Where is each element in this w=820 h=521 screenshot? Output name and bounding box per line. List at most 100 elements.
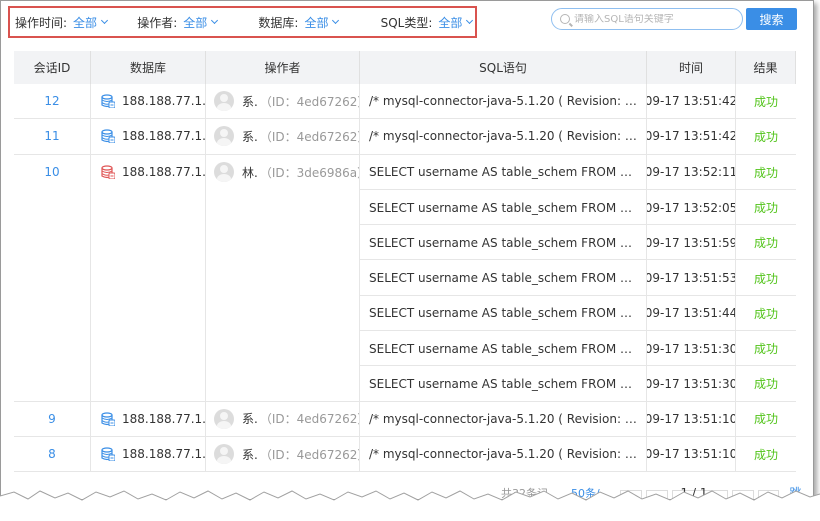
sql-cell[interactable]: /* mysql-connector-java-5.1.20 ( Revisio… bbox=[360, 84, 647, 119]
sql-cell[interactable]: SELECT username AS table_schem FROM all_… bbox=[360, 366, 647, 401]
session-id-cell: 8 bbox=[14, 436, 91, 472]
database-name: 188.188.77.1... bbox=[122, 411, 206, 426]
sql-cell[interactable]: SELECT username AS table_schem FROM all_… bbox=[360, 225, 647, 261]
result-cell: 成功 bbox=[736, 225, 796, 260]
database-cell: 188.188.77.1... bbox=[91, 84, 206, 119]
filter-operate-time-dropdown[interactable]: 全部 bbox=[73, 14, 109, 31]
session-id-cell: 9 bbox=[14, 401, 91, 436]
table-row[interactable]: 11 188.188.77.1... 系. （ID：4ed67262）/* mysql… bbox=[14, 119, 796, 155]
database-icon bbox=[101, 412, 115, 426]
sql-cell[interactable]: SELECT username AS table_schem FROM all_… bbox=[360, 295, 647, 332]
table-header: 会话ID 数据库 操作者 SQL语句 时间 结果 bbox=[14, 51, 796, 84]
header-session-id[interactable]: 会话ID bbox=[14, 51, 91, 84]
filter-operator: 操作者: 全部 bbox=[137, 14, 258, 31]
session-id-cell bbox=[14, 225, 91, 261]
filter-label: 操作者: bbox=[137, 15, 178, 30]
session-id-link[interactable]: 10 bbox=[44, 165, 59, 179]
session-table: 会话ID 数据库 操作者 SQL语句 时间 结果 12 188.188.77.1.… bbox=[14, 51, 796, 473]
database-cell bbox=[91, 331, 206, 367]
operator-cell: 系. （ID：4ed67262） bbox=[206, 436, 360, 472]
sql-cell[interactable]: SELECT username AS table_schem FROM all_… bbox=[360, 260, 647, 296]
session-id-cell bbox=[14, 260, 91, 296]
chevron-down-icon bbox=[332, 16, 340, 25]
time-cell: 09-17 13:52:05 bbox=[647, 189, 736, 226]
torn-edge bbox=[0, 490, 820, 521]
table-row[interactable]: SELECT username AS table_schem FROM all_… bbox=[14, 225, 796, 261]
operator-cell bbox=[206, 331, 360, 367]
table-row[interactable]: SELECT username AS table_schem FROM all_… bbox=[14, 366, 796, 402]
sql-statement: /* mysql-connector-java-5.1.20 ( Revisio… bbox=[369, 94, 639, 109]
filter-database-dropdown[interactable]: 全部 bbox=[304, 14, 340, 31]
sql-cell[interactable]: /* mysql-connector-java-5.1.20 ( Revisio… bbox=[360, 436, 647, 472]
time-cell: 09-17 13:51:59 bbox=[647, 225, 736, 261]
header-result[interactable]: 结果 bbox=[736, 51, 796, 84]
result-cell: 成功 bbox=[736, 84, 796, 118]
sql-cell[interactable]: /* mysql-connector-java-5.1.20 ( Revisio… bbox=[360, 119, 647, 154]
table-row[interactable]: SELECT username AS table_schem FROM all_… bbox=[14, 295, 796, 332]
filter-operator-dropdown[interactable]: 全部 bbox=[183, 14, 219, 31]
header-database[interactable]: 数据库 bbox=[91, 51, 206, 84]
operator-id: （ID：4ed67262） bbox=[259, 129, 360, 144]
table-row[interactable]: SELECT username AS table_schem FROM all_… bbox=[14, 260, 796, 296]
filter-value: 全部 bbox=[183, 15, 208, 30]
filter-bar: 操作时间: 全部 操作者: 全部 数据库: 全部 SQL类型: 全部 bbox=[8, 6, 477, 38]
time-cell: 09-17 13:51:42 bbox=[647, 119, 736, 154]
sql-cell[interactable]: SELECT username AS table_schem FROM all_… bbox=[360, 331, 647, 367]
filter-label: SQL类型: bbox=[380, 15, 433, 30]
chevron-down-icon bbox=[101, 16, 109, 25]
database-icon bbox=[101, 94, 115, 109]
table-row[interactable]: SELECT username AS table_schem FROM all_… bbox=[14, 331, 796, 367]
avatar bbox=[214, 408, 234, 429]
filter-operate-time: 操作时间: 全部 bbox=[15, 14, 137, 31]
status-badge: 成功 bbox=[753, 447, 778, 462]
operator-id: （ID：3de6986a） bbox=[259, 165, 360, 180]
session-id-cell: 12 bbox=[14, 84, 91, 119]
database-name: 188.188.77.1... bbox=[122, 447, 206, 462]
database-cell bbox=[91, 295, 206, 332]
operator-name: 林. bbox=[242, 165, 258, 180]
database-cell: 188.188.77.1... bbox=[91, 119, 206, 154]
avatar bbox=[214, 444, 234, 465]
avatar bbox=[214, 91, 234, 112]
header-sql[interactable]: SQL语句 bbox=[360, 51, 647, 84]
operator-cell bbox=[206, 295, 360, 332]
session-id-link[interactable]: 12 bbox=[44, 94, 59, 108]
status-badge: 成功 bbox=[753, 306, 778, 321]
session-id-link[interactable]: 11 bbox=[44, 129, 59, 143]
status-badge: 成功 bbox=[753, 271, 778, 286]
table-row[interactable]: 9 188.188.77.1... 系. （ID：4ed67262） /* mysql-… bbox=[14, 401, 796, 437]
table-row[interactable]: 10 188.188.77.1... 林. （ID：3de6986a） SELECT u… bbox=[14, 154, 796, 190]
sql-statement: SELECT username AS table_schem FROM all_… bbox=[369, 235, 639, 250]
operator-id: （ID：4ed67262） bbox=[259, 94, 360, 109]
table-row[interactable]: 8 188.188.77.1... 系. （ID：4ed67262）/* mysql-… bbox=[14, 436, 796, 473]
operator-cell bbox=[206, 225, 360, 261]
search-button[interactable]: 搜索 bbox=[746, 8, 797, 30]
header-operator[interactable]: 操作者 bbox=[206, 51, 360, 84]
sql-statement: /* mysql-connector-java-5.1.20 ( Revisio… bbox=[369, 129, 639, 144]
operator-name: 系. bbox=[242, 129, 258, 144]
time-cell: 09-17 13:51:30 bbox=[647, 331, 736, 367]
search-input[interactable] bbox=[574, 13, 734, 25]
session-id-link[interactable]: 9 bbox=[48, 412, 56, 426]
database-icon bbox=[101, 447, 115, 462]
operator-cell: 系. （ID：4ed67262） bbox=[206, 401, 360, 436]
sql-statement: /* mysql-connector-java-5.1.20 ( Revisio… bbox=[369, 411, 639, 426]
sql-cell[interactable]: SELECT username AS table_schem FROM all_… bbox=[360, 154, 647, 190]
result-cell: 成功 bbox=[736, 437, 796, 471]
table-row[interactable]: SELECT username AS table_schem FROM all_… bbox=[14, 189, 796, 226]
sql-cell[interactable]: SELECT username AS table_schem FROM all_… bbox=[360, 189, 647, 226]
filter-value: 全部 bbox=[73, 15, 98, 30]
operator-cell: 系. （ID：4ed67262） bbox=[206, 84, 360, 119]
result-cell: 成功 bbox=[736, 190, 796, 225]
sql-cell[interactable]: /* mysql-connector-java-5.1.20 ( Revisio… bbox=[360, 401, 647, 436]
session-id-link[interactable]: 8 bbox=[48, 447, 56, 461]
filter-label: 操作时间: bbox=[15, 15, 68, 30]
sql-statement: SELECT username AS table_schem FROM all_… bbox=[369, 271, 639, 286]
result-cell: 成功 bbox=[736, 260, 796, 295]
table-row[interactable]: 12 188.188.77.1... 系. （ID：4ed67262） /* mysql… bbox=[14, 84, 796, 120]
avatar bbox=[214, 162, 234, 183]
time-cell: 09-17 13:51:10 bbox=[647, 401, 736, 436]
operator-cell: 系. （ID：4ed67262） bbox=[206, 119, 360, 154]
filter-sql-type-dropdown[interactable]: 全部 bbox=[438, 14, 474, 31]
header-time[interactable]: 时间 bbox=[647, 51, 736, 84]
